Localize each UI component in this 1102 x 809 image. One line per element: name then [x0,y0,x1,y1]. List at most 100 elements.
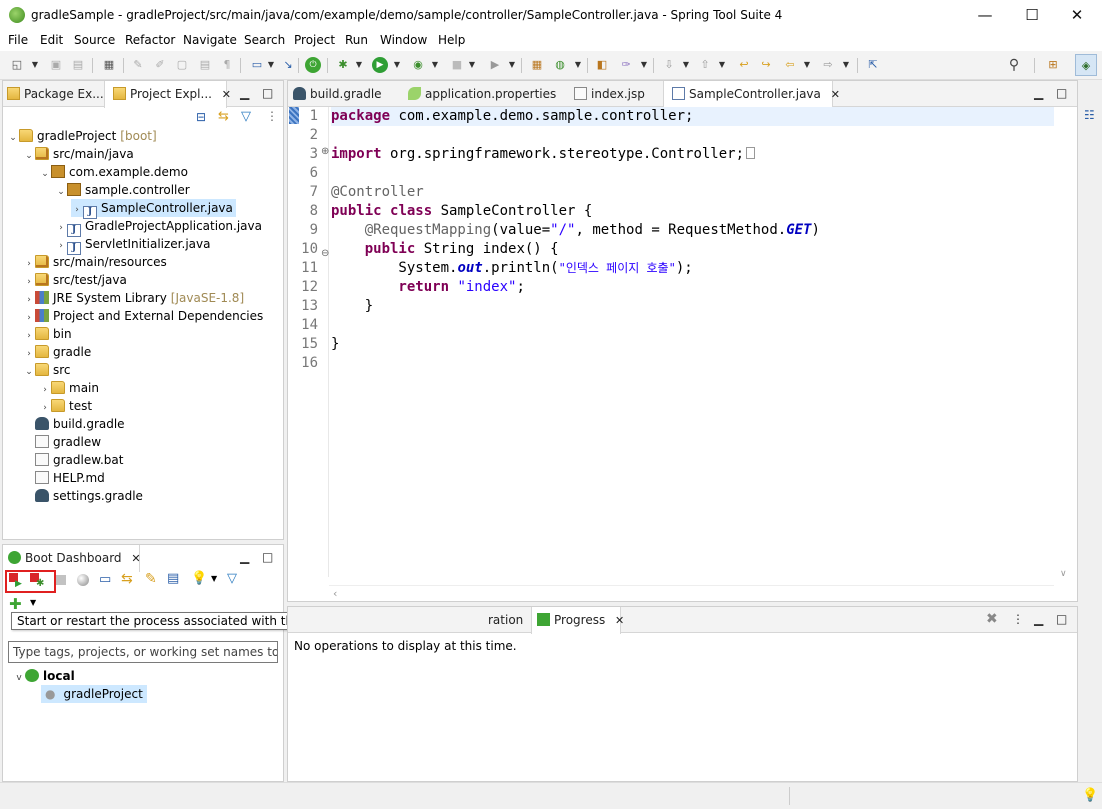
list-icon[interactable]: ▤ [197,57,213,73]
save-icon[interactable]: ▣ [48,57,64,73]
menu-search[interactable]: Search [244,33,285,47]
open-browser-icon[interactable] [77,574,89,586]
search-icon[interactable]: ⚲ [1006,57,1022,73]
tree-item[interactable]: › src/main/resources [23,253,167,271]
chevron-down-icon[interactable]: ▼ [31,57,39,73]
tree-item[interactable]: › Project and External Dependencies [23,307,263,325]
tree-item[interactable]: ⌄ sample.controller [55,181,190,199]
stop-icon[interactable] [56,575,66,585]
start-restart-icon[interactable]: ▶ [9,573,25,589]
filter-icon[interactable]: ▽ [241,109,251,124]
forward-icon[interactable]: ⇨ [820,57,836,73]
console-icon[interactable]: ▭ [99,572,115,588]
maximize-icon[interactable]: □ [262,86,273,100]
debug-restart-icon[interactable]: ✱ [30,573,46,589]
pilcrow-icon[interactable]: ¶ [219,57,235,73]
maximize-icon[interactable]: □ [1056,86,1067,100]
chevron-down-icon[interactable]: ⌄ [55,183,67,201]
debug-icon[interactable]: ✱ [335,57,351,73]
open-perspective-icon[interactable]: ⊞ [1045,57,1061,73]
next-annotation-icon[interactable]: ⇩ [661,57,677,73]
view-menu-icon[interactable]: ⋮ [1012,612,1024,626]
maximize-icon[interactable]: □ [262,550,273,564]
chevron-down-icon[interactable]: ▼ [355,57,363,73]
scroll-left-icon[interactable]: ‹ [333,587,337,600]
scroll-down-icon[interactable]: ∨ [1060,569,1067,579]
pencil-icon[interactable]: ✎ [145,571,161,587]
open-type-icon[interactable]: ◧ [594,57,610,73]
fold-plus-icon[interactable]: ⊕ [321,146,329,157]
chevron-down-icon[interactable]: ▼ [267,57,275,73]
collapse-all-icon[interactable]: ⊟ [196,110,206,124]
boot-power-icon[interactable]: ⏻ [305,57,321,73]
close-icon[interactable]: ✕ [222,88,231,101]
prev-annotation-icon[interactable]: ⇧ [697,57,713,73]
run-icon[interactable]: ▶ [372,57,388,73]
tree-item[interactable]: › main [39,379,99,397]
tree-item[interactable]: › J SampleController.java [71,199,236,219]
menu-file[interactable]: File [8,33,28,47]
back-icon[interactable]: ⇦ [782,57,798,73]
local-target[interactable]: v local [13,667,75,685]
tab-build-gradle[interactable]: build.gradle [293,81,382,107]
menu-help[interactable]: Help [438,33,465,47]
chevron-down-icon[interactable]: ▼ [682,57,690,73]
chevron-down-icon[interactable]: ▼ [842,57,850,73]
tab-boot-dashboard[interactable]: Boot Dashboard ✕ [3,545,141,572]
menu-refactor[interactable]: Refactor [125,33,175,47]
lightbulb-icon[interactable]: 💡 [191,571,207,587]
chevron-down-icon[interactable]: ⌄ [23,147,35,165]
chevron-down-icon[interactable]: ▼ [393,57,401,73]
menu-run[interactable]: Run [345,33,368,47]
tab-application-properties[interactable]: application.properties [408,81,556,107]
tree-item[interactable]: gradlew.bat [23,451,123,469]
tree-item[interactable]: settings.gradle [23,487,143,505]
tip-lightbulb-icon[interactable]: 💡 [1082,788,1098,803]
tree-item[interactable]: ⌄ src [23,361,71,379]
coverage-icon[interactable]: ◉ [410,57,426,73]
tab-progress[interactable]: Progress ✕ [531,607,624,634]
menu-source[interactable]: Source [74,33,115,47]
boot-project-item[interactable]: ● gradleProject [41,685,147,703]
new-icon[interactable]: ◱ [9,57,25,73]
stop-icon[interactable]: ■ [449,57,465,73]
vertical-scrollbar[interactable]: ∨ [1054,107,1077,585]
outline-icon[interactable]: ☷ [1084,108,1098,122]
close-icon[interactable]: ✕ [831,88,840,101]
add-icon[interactable]: ✚ [9,595,22,613]
close-icon[interactable]: ✕ [131,552,140,565]
fold-minus-icon[interactable]: ⊖ [321,248,329,259]
tab-project-explorer[interactable]: Project Expl... ✕ [104,81,231,108]
new-class-icon[interactable]: ◍ [552,57,568,73]
chevron-down-icon[interactable]: ▼ [30,598,36,607]
menu-navigate[interactable]: Navigate [183,33,237,47]
view-menu-icon[interactable]: ⋮ [266,109,278,123]
code-area[interactable]: package com.example.demo.sample.controll… [331,107,1054,577]
save-all-icon[interactable]: ▤ [70,57,86,73]
last-edit-icon[interactable]: ↩ [736,57,752,73]
pin-editor-icon[interactable]: ⇱ [865,57,881,73]
boot-filter-input[interactable]: Type tags, projects, or working set name… [8,641,278,663]
spring-perspective-icon[interactable]: ◈ [1075,54,1097,76]
chevron-down-icon[interactable]: ▼ [431,57,439,73]
tree-item[interactable]: HELP.md [23,469,105,487]
link-icon[interactable]: ⇆ [121,571,137,587]
chevron-down-icon[interactable]: ▼ [574,57,582,73]
tree-item[interactable]: › gradle [23,343,91,361]
chevron-down-icon[interactable]: ⌄ [7,129,19,147]
link-editor-icon[interactable]: ⇆ [218,109,229,124]
open-task-icon[interactable]: ✑ [618,57,634,73]
menu-window[interactable]: Window [380,33,427,47]
tree-item[interactable]: ⌄ src/main/java [23,145,134,163]
forward-edit-icon[interactable]: ↪ [758,57,774,73]
minimize-icon[interactable]: ▁ [240,550,249,564]
chevron-down-icon[interactable]: ▼ [468,57,476,73]
tree-item[interactable]: ⌄ gradleProject [boot] [7,127,157,145]
maximize-button[interactable]: ☐ [1009,4,1055,26]
tree-item[interactable]: › test [39,397,92,415]
edit-icon[interactable]: ✐ [152,57,168,73]
menu-edit[interactable]: Edit [40,33,63,47]
properties-icon[interactable]: ▤ [167,571,183,587]
chevron-down-icon[interactable]: ▼ [640,57,648,73]
external-tools-icon[interactable]: ▶ [487,57,503,73]
